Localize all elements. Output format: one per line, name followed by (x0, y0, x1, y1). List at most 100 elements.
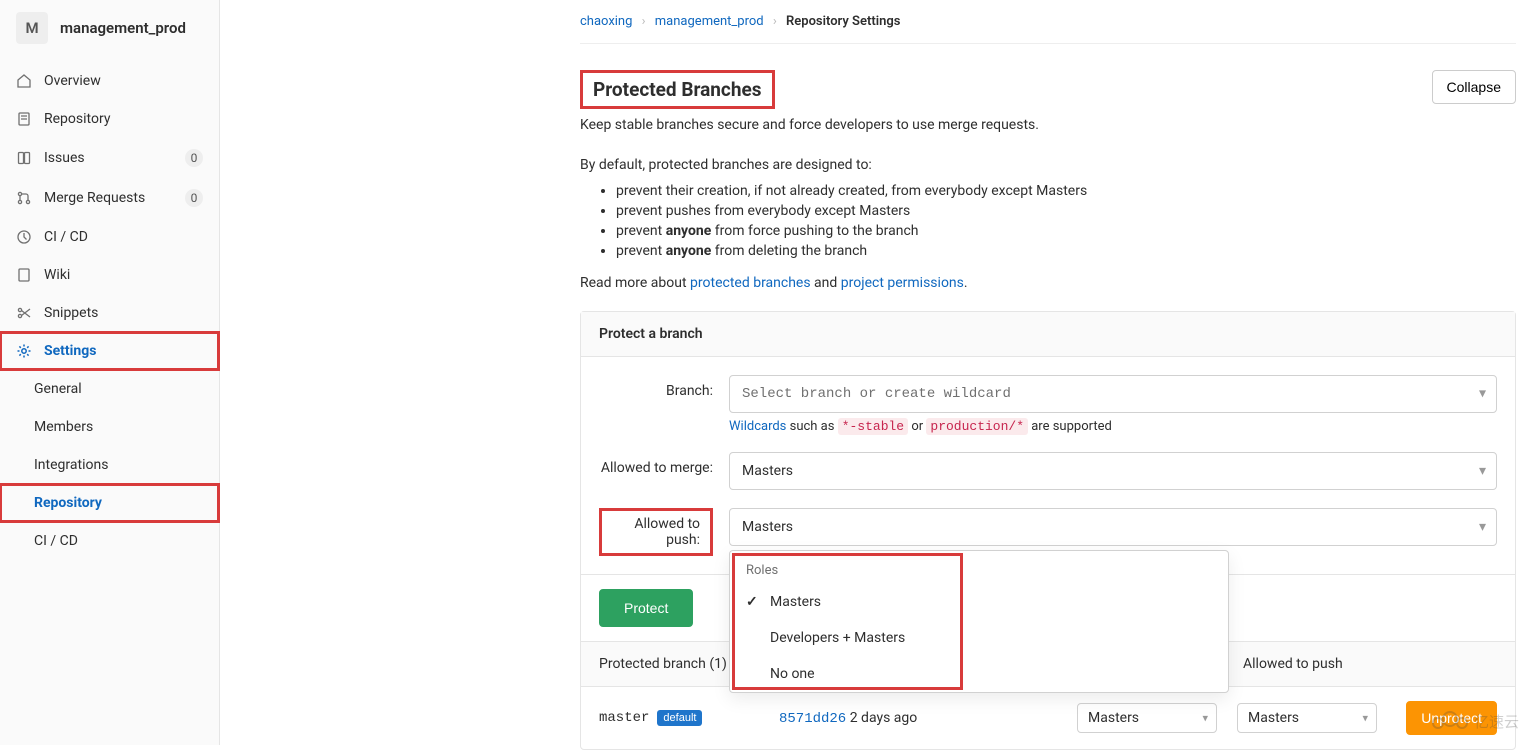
select-value: Masters (1088, 710, 1139, 726)
chevron-down-icon: ▾ (1479, 386, 1486, 403)
settings-submenu: General Members Integrations Repository … (0, 370, 219, 560)
sidebar-sub-repository[interactable]: Repository (0, 484, 219, 522)
allowed-push-select[interactable]: Masters ▾ (729, 508, 1497, 546)
protect-branch-panel: Protect a branch Branch: Select branch o… (580, 311, 1516, 750)
text: Read more about (580, 275, 690, 291)
doc-icon (16, 111, 32, 127)
sidebar-sub-integrations[interactable]: Integrations (0, 446, 219, 484)
merge-icon (16, 190, 32, 206)
breadcrumb-link[interactable]: chaoxing (580, 14, 632, 29)
sidebar-item-overview[interactable]: Overview (0, 62, 219, 100)
select-value: Masters (742, 519, 793, 535)
text: and (811, 275, 841, 291)
sidebar-item-snippets[interactable]: Snippets (0, 294, 219, 332)
code-text: production/* (926, 418, 1028, 435)
nav-label: Issues (44, 150, 85, 166)
branch-select[interactable]: Select branch or create wildcard ▾ (729, 375, 1497, 413)
text: prevent (616, 223, 666, 239)
row-merge-select[interactable]: Masters ▾ (1077, 703, 1217, 733)
text: from force pushing to the branch (711, 223, 918, 239)
nav-label: Members (34, 419, 93, 435)
chevron-down-icon: ▾ (1479, 463, 1486, 479)
collapse-button[interactable]: Collapse (1432, 70, 1516, 104)
sidebar-sub-members[interactable]: Members (0, 408, 219, 446)
bullet-item: prevent their creation, if not already c… (616, 183, 1516, 199)
chevron-right-icon: › (773, 14, 777, 29)
breadcrumb-link[interactable]: management_prod (655, 14, 764, 29)
branch-label: Branch: (599, 375, 729, 399)
read-more: Read more about protected branches and p… (580, 275, 1516, 291)
chevron-right-icon: › (642, 14, 646, 29)
nav-label: CI / CD (44, 229, 88, 245)
branch-name: master (599, 710, 649, 726)
bullet-item: prevent anyone from deleting the branch (616, 243, 1516, 259)
dropdown-option-developers-masters[interactable]: Developers + Masters (730, 620, 1228, 656)
dropdown-group-label: Roles (730, 551, 1228, 584)
link-wildcards[interactable]: Wildcards (729, 419, 786, 434)
link-project-permissions[interactable]: project permissions (841, 275, 964, 291)
main: chaoxing › management_prod › Repository … (220, 0, 1536, 745)
roles-dropdown: Roles Masters Developers + Masters No on… (729, 550, 1229, 693)
project-avatar: M (16, 12, 48, 44)
sidebar-item-issues[interactable]: Issues 0 (0, 138, 219, 178)
sidebar-item-wiki[interactable]: Wiki (0, 256, 219, 294)
chevron-down-icon: ▾ (1202, 712, 1208, 725)
svg-text:亿速云: 亿速云 (1474, 714, 1519, 731)
nav-label: Integrations (34, 457, 108, 473)
bullet-list: prevent their creation, if not already c… (616, 183, 1516, 259)
text: . (964, 275, 968, 291)
text: such as (786, 419, 837, 434)
commit-when: 2 days ago (850, 710, 918, 726)
book-icon (16, 267, 32, 283)
nav-label: General (34, 381, 82, 397)
sidebar-sub-cicd[interactable]: CI / CD (0, 522, 219, 560)
th-push: Allowed to push (1237, 656, 1397, 672)
link-protected-branches[interactable]: protected branches (690, 275, 811, 291)
project-name: management_prod (60, 19, 186, 37)
breadcrumb: chaoxing › management_prod › Repository … (580, 0, 1516, 44)
sidebar-sub-general[interactable]: General (0, 370, 219, 408)
nav-label: Repository (34, 495, 102, 511)
home-icon (16, 73, 32, 89)
text-strong: anyone (666, 243, 712, 259)
default-badge: default (657, 710, 702, 726)
scissors-icon (16, 305, 32, 321)
nav: Overview Repository Issues 0 Merge Reque… (0, 56, 219, 560)
text: or (908, 419, 926, 434)
watermark: 亿速云 (1430, 705, 1526, 739)
nav-label: Wiki (44, 267, 70, 283)
text: from deleting the branch (711, 243, 867, 259)
chevron-down-icon: ▾ (1362, 712, 1368, 725)
merge-label: Allowed to merge: (599, 452, 729, 476)
breadcrumb-current: Repository Settings (786, 14, 900, 29)
bullet-item: prevent pushes from everybody except Mas… (616, 203, 1516, 219)
select-value: Masters (742, 463, 793, 479)
nav-label: Snippets (44, 305, 98, 321)
mr-badge: 0 (185, 189, 203, 207)
commit-link[interactable]: 8571dd26 (779, 711, 846, 727)
chevron-down-icon: ▾ (1479, 519, 1486, 535)
section-intro: By default, protected branches are desig… (580, 157, 1516, 173)
sidebar-item-repository[interactable]: Repository (0, 100, 219, 138)
push-label: Allowed to push: (599, 508, 713, 556)
section-description: Keep stable branches secure and force de… (580, 117, 1039, 133)
row-push-select[interactable]: Masters ▾ (1237, 703, 1377, 733)
text-strong: anyone (666, 223, 712, 239)
bullet-item: prevent anyone from force pushing to the… (616, 223, 1516, 239)
rocket-icon (16, 229, 32, 245)
sidebar-item-cicd[interactable]: CI / CD (0, 218, 219, 256)
project-header[interactable]: M management_prod (0, 0, 219, 56)
dropdown-option-no-one[interactable]: No one (730, 656, 1228, 692)
protect-button[interactable]: Protect (599, 589, 693, 627)
sidebar-item-merge-requests[interactable]: Merge Requests 0 (0, 178, 219, 218)
select-value: Masters (1248, 710, 1299, 726)
allowed-merge-select[interactable]: Masters ▾ (729, 452, 1497, 490)
text: prevent (616, 243, 666, 259)
branch-hint: Wildcards such as *-stable or production… (729, 419, 1497, 434)
sidebar-item-settings[interactable]: Settings (0, 332, 219, 370)
nav-label: Overview (44, 73, 101, 89)
nav-label: Repository (44, 111, 110, 127)
gear-icon (16, 343, 32, 359)
dropdown-option-masters[interactable]: Masters (730, 584, 1228, 620)
text: are supported (1028, 419, 1112, 434)
